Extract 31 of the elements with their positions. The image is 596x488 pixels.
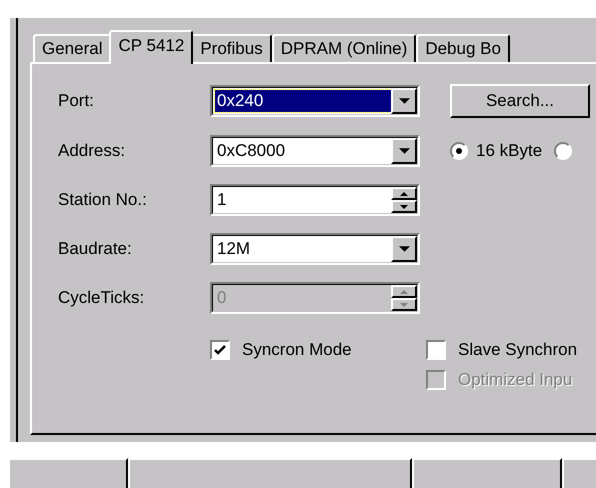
checkbox-label: Optimized Inpu (458, 370, 572, 390)
radio-button[interactable] (554, 142, 572, 160)
down-arrow-icon (400, 204, 408, 208)
combo-box[interactable]: 0xC8000 (210, 135, 420, 167)
field-label: Address: (58, 141, 126, 161)
combo-box[interactable]: 0x240 (210, 85, 420, 117)
up-arrow-icon (400, 192, 408, 196)
up-arrow-icon (400, 290, 408, 294)
spin-field[interactable]: 1 (210, 184, 420, 216)
search-button[interactable]: Search... (450, 84, 590, 118)
down-arrow-icon (398, 246, 410, 252)
radio-button[interactable] (450, 142, 468, 160)
checkbox-label: Syncron Mode (242, 340, 352, 360)
checkbox-label: Slave Synchron (458, 340, 578, 360)
down-arrow-icon (398, 98, 410, 104)
checkbox[interactable] (210, 340, 230, 360)
down-arrow-icon (400, 302, 408, 306)
tab[interactable]: Debug Bo (416, 34, 510, 62)
field-label: CycleTicks: (58, 288, 146, 308)
tab[interactable]: DPRAM (Online) (272, 34, 416, 62)
tab[interactable]: General (33, 34, 112, 62)
field-label: Station No.: (58, 190, 148, 210)
tab[interactable]: Profibus (191, 34, 272, 62)
check-icon (214, 345, 226, 355)
checkbox[interactable] (426, 340, 446, 360)
down-arrow-icon (398, 148, 410, 154)
field-label: Port: (58, 91, 95, 111)
field-label: Baudrate: (58, 239, 133, 259)
radio-label: 16 kByte (476, 141, 542, 161)
combo-box[interactable]: 12M (210, 233, 420, 265)
tab[interactable]: CP 5412 (109, 30, 194, 64)
